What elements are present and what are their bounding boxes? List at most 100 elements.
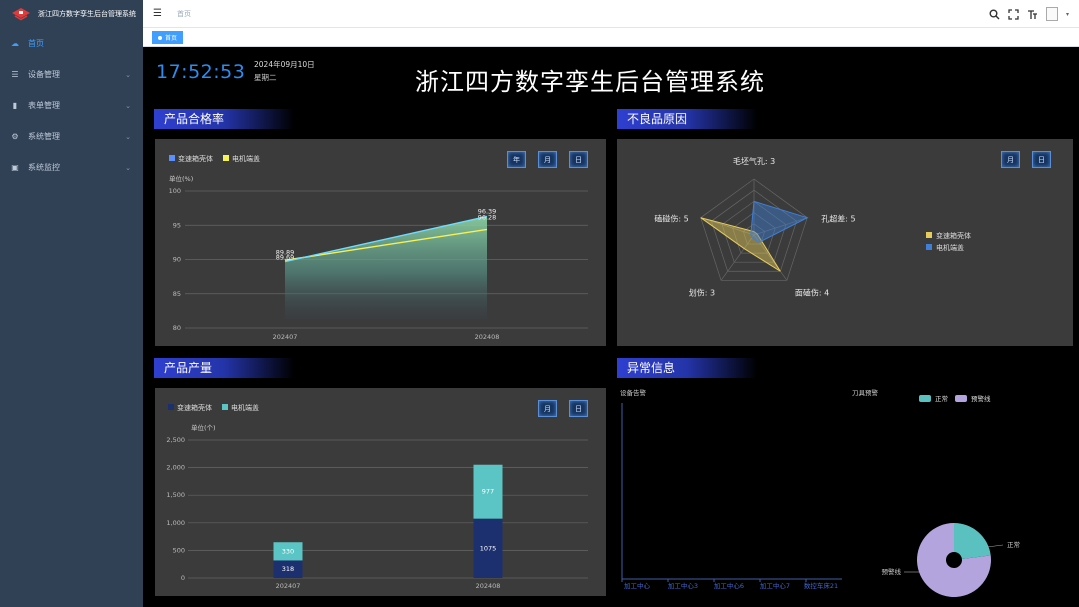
- sidebar-logo[interactable]: 浙江四方数字孪生后台管理系统: [0, 0, 143, 28]
- chevron-down-icon[interactable]: ⌄: [125, 71, 131, 79]
- app-title: 浙江四方数字孪生后台管理系统: [38, 10, 136, 18]
- radar-indicator-label: 磕碰伤: 5: [654, 214, 688, 224]
- avatar[interactable]: [1045, 7, 1058, 21]
- y-axis-label: 单位(个): [191, 423, 216, 432]
- weekday: 星期二: [254, 73, 277, 82]
- sidebar-item-label: 设备管理: [28, 70, 60, 79]
- monitor-icon: ▣: [11, 163, 19, 172]
- indicator-value: 5: [851, 215, 856, 224]
- y-tick-label: 2,500: [166, 436, 185, 444]
- chevron-down-icon[interactable]: ▾: [1066, 11, 1069, 18]
- output-chart: 变速箱壳体 电机端盖单位(个) 0 500 1,000 1,500 2,000 2,500 31…: [166, 403, 588, 590]
- sidebar-item-3[interactable]: ⚙ 系统管理 ⌄: [0, 121, 143, 152]
- radar-ring: [700, 178, 808, 281]
- legend-swatch: [168, 404, 174, 410]
- y-tick-label: 1,000: [166, 519, 185, 527]
- logo-icon: [12, 8, 30, 21]
- area-fill: [285, 216, 487, 319]
- y-tick-label: 85: [173, 290, 181, 298]
- device-alarm-label: 设备告警: [620, 388, 647, 397]
- pass-rate-month-button[interactable]: 月: [538, 151, 557, 168]
- x-tick-label: 202408: [476, 582, 501, 590]
- stacked-bar-segment: [273, 560, 303, 578]
- indicator-name: 面磕伤: [795, 287, 819, 297]
- tag-home[interactable]: 首页: [152, 31, 184, 44]
- legend-label: 变速箱壳体: [177, 403, 212, 412]
- chart-bar-icon: ▮: [12, 101, 18, 110]
- radar-series-area: [750, 200, 809, 243]
- dashboard-icon: ☁: [11, 39, 19, 48]
- sidebar-item-4[interactable]: ▣ 系统监控 ⌄: [0, 152, 143, 183]
- search-icon[interactable]: [989, 9, 1000, 20]
- defect-day-button[interactable]: 日: [1032, 151, 1051, 168]
- abnormal-panel: 设备告警 刀具预警 加工中心 加工中心3 加工中心6 加工中心7 数控车床21 正常 预警线 正常…: [617, 383, 1077, 599]
- pie-label: 预警线: [882, 567, 902, 576]
- radar-indicator-label: 面磕伤: 4: [795, 287, 829, 297]
- legend-label: 变速箱壳体: [936, 231, 971, 240]
- indicator-value: 4: [824, 288, 829, 297]
- y-tick-label: 95: [173, 221, 181, 229]
- breadcrumb[interactable]: 首页: [177, 9, 191, 19]
- legend-swatch: [926, 244, 932, 250]
- abnormal-charts: 设备告警 刀具预警加工中心 加工中心3 加工中心6 加工中心7 数控车床21正常 预警线正常…: [620, 388, 1020, 597]
- data-label: 89.69: [276, 254, 295, 262]
- x-tick-label: 加工中心6: [714, 581, 744, 590]
- radar-axis: [753, 234, 788, 281]
- indicator-name: 毛坯气孔: [733, 156, 765, 166]
- pass-rate-title: 产品合格率: [154, 109, 294, 129]
- radar-indicator-label: 划伤: 3: [689, 287, 715, 297]
- legend-swatch: [926, 232, 932, 238]
- sidebar-item-2[interactable]: ▮ 表单管理 ⌄: [0, 90, 143, 121]
- tool-warning-label: 刀具预警: [852, 388, 879, 397]
- x-tick-label: 数控车床21: [804, 581, 838, 590]
- fullscreen-icon[interactable]: [1008, 8, 1019, 20]
- pass-rate-year-button[interactable]: 年: [507, 151, 526, 168]
- abnormal-title: 异常信息: [617, 358, 757, 378]
- stacked-bar-segment: [273, 542, 303, 561]
- legend-label: 正常: [935, 394, 948, 403]
- data-label: 89.89: [276, 249, 295, 257]
- indicator-separator: :: [819, 288, 824, 297]
- stacked-bar-segment: [473, 464, 503, 519]
- y-axis-label: 单位(%): [169, 174, 193, 183]
- legend-label: 变速箱壳体: [178, 154, 213, 163]
- indicator-name: 孔超差: [821, 214, 845, 224]
- x-tick-label: 202407: [273, 333, 298, 341]
- output-day-button[interactable]: 日: [569, 400, 588, 417]
- date: 2024年09月10日: [254, 60, 315, 69]
- bar-value-label: 977: [482, 488, 494, 496]
- series-line-gearbox: [284, 215, 488, 263]
- defect-month-button[interactable]: 月: [1001, 151, 1020, 168]
- defect-panel: 月 日 毛坯气孔: 3 孔超差: 5 面磕伤: 4 划伤: 3 磕碰伤: 5 变速箱壳体电…: [617, 139, 1073, 346]
- font-size-icon[interactable]: [1027, 9, 1038, 20]
- x-tick-label: 202408: [475, 333, 500, 341]
- legend-swatch: [919, 395, 931, 402]
- sidebar-item-1[interactable]: ☰ 设备管理 ⌄: [0, 59, 143, 90]
- output-panel: 月 日 变速箱壳体 电机端盖 单位(个) 0 500 1,000 1,500 2,000 2,5…: [155, 388, 606, 596]
- radar-axis: [700, 217, 755, 236]
- radar-ring: [710, 189, 798, 272]
- radar-series-area: [700, 217, 781, 272]
- tags-view: 首页: [143, 28, 1079, 47]
- clock: 17:52:53: [156, 61, 246, 83]
- hamburger-icon[interactable]: ☰: [153, 8, 163, 19]
- output-month-button[interactable]: 月: [538, 400, 557, 417]
- sidebar-item-0[interactable]: ☁ 首页: [0, 28, 143, 59]
- sidebar-item-label: 表单管理: [28, 101, 60, 110]
- legend-label: 电机端盖: [936, 243, 964, 252]
- legend-swatch: [222, 404, 228, 410]
- radar-ring: [732, 212, 776, 254]
- sidebar-item-label: 系统管理: [28, 132, 60, 141]
- pass-rate-day-button[interactable]: 日: [569, 151, 588, 168]
- indicator-separator: :: [705, 288, 710, 297]
- x-tick-label: 202407: [276, 582, 301, 590]
- legend-label: 电机端盖: [232, 154, 260, 163]
- radar-axis: [753, 217, 808, 236]
- x-tick-label: 加工中心7: [760, 581, 790, 590]
- chevron-down-icon[interactable]: ⌄: [125, 164, 131, 172]
- stacked-bar-segment: [473, 518, 503, 578]
- gear-icon: ⚙: [11, 132, 19, 141]
- chevron-down-icon[interactable]: ⌄: [125, 102, 131, 110]
- x-tick-label: 加工中心3: [668, 581, 698, 590]
- chevron-down-icon[interactable]: ⌄: [125, 133, 131, 141]
